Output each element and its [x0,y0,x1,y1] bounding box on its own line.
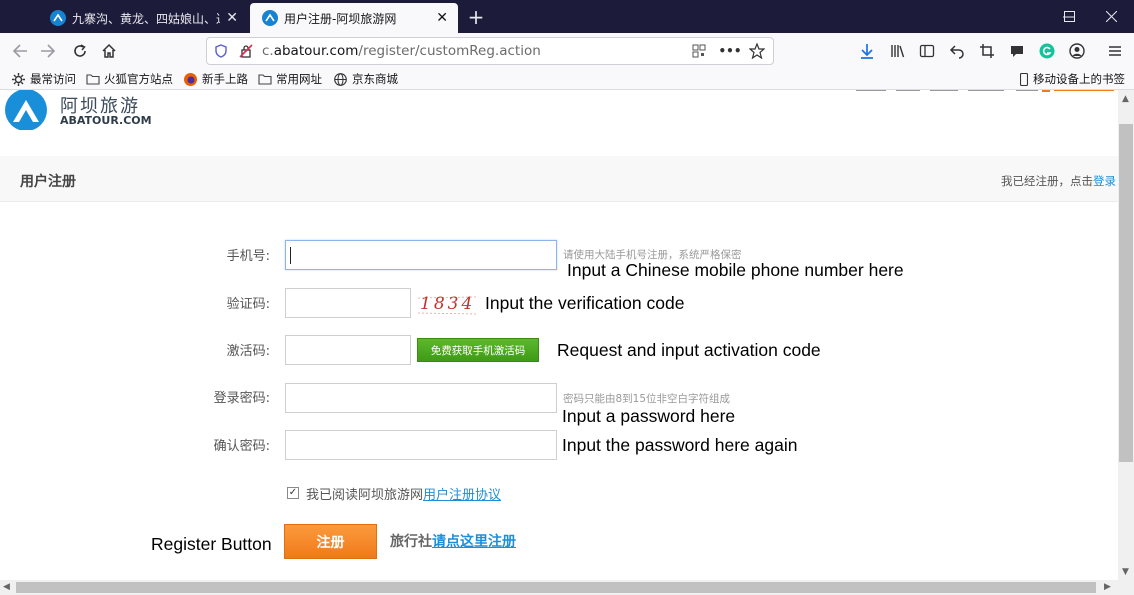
login-prompt: 我已经注册，点击登录 [1001,174,1116,188]
folder-icon [86,73,100,86]
register-annotation: Register Button [151,534,272,554]
close-tab-icon[interactable]: ✕ [436,10,448,26]
navigation-toolbar: c.abatour.com/register/customReg.action … [0,33,1134,68]
account-icon[interactable] [1063,37,1091,65]
confirm-password-annotation: Input the password here again [562,435,798,455]
password-input[interactable] [285,383,557,413]
back-icon[interactable] [6,37,34,65]
vertical-scroll-thumb[interactable] [1119,124,1133,462]
bookmark-most-visited[interactable]: 最常访问 [12,71,76,87]
library-icon[interactable] [884,37,912,65]
firefox-icon [184,72,198,86]
mobile-icon [1019,72,1029,86]
scroll-down-icon[interactable]: ▼ [1122,567,1129,577]
page-content: 阿坝旅游 ABATOUR.COM 用户注册 我已经注册，点击登录 手机号: 请使… [0,90,1118,580]
sidebar-icon[interactable] [913,37,941,65]
forward-icon[interactable] [34,37,62,65]
home-icon[interactable] [95,37,123,65]
agency-register-link[interactable]: 请点这里注册 [432,534,516,550]
insecure-lock-icon[interactable] [238,43,254,59]
captcha-image[interactable]: 1834 [416,294,478,316]
download-icon[interactable] [853,37,881,65]
activation-annotation: Request and input activation code [557,340,821,360]
bookmarks-toolbar: 最常访问 火狐官方站点 新手上路 常用网址 京东商城 移动设备上的书签 [0,68,1134,90]
activation-label: 激活码: [226,344,270,359]
bookmark-firefox-official[interactable]: 火狐官方站点 [86,71,173,87]
password-annotation: Input a password here [562,406,736,426]
user-agreement-link[interactable]: 用户注册协议 [423,488,501,503]
agreement-text: 我已阅读阿坝旅游网用户注册协议 [306,488,502,503]
new-tab-icon[interactable]: + [463,4,489,30]
address-bar[interactable]: c.abatour.com/register/customReg.action … [206,37,774,65]
globe-icon [334,72,348,86]
tab-strip: 九寨沟、黄龙、四姑娘山、达古 ✕ 用户注册-阿坝旅游网 ✕ + [0,0,1134,33]
shield-icon[interactable] [213,43,229,59]
captcha-annotation: Input the verification code [485,293,685,313]
close-window-icon[interactable] [1089,0,1134,33]
reload-icon[interactable] [66,37,94,65]
horizontal-scroll-thumb[interactable] [16,582,1096,593]
password-label: 登录密码: [213,391,270,406]
bookmark-star-icon[interactable] [749,43,765,59]
scroll-up-icon[interactable]: ▲ [1122,94,1129,104]
menu-icon[interactable] [1101,37,1129,65]
captcha-text: 1834 [420,294,476,314]
abatour-logo-icon[interactable] [4,90,48,131]
text-caret [290,247,291,264]
top-nav-cut-off [856,90,1118,94]
phone-label: 手机号: [226,249,270,264]
grammarly-icon[interactable] [1033,37,1061,65]
scroll-left-icon[interactable]: ◀ [3,582,10,592]
abatour-favicon-icon [262,10,278,26]
tab-title: 九寨沟、黄龙、四姑娘山、达古 [72,11,220,26]
page-actions-icon[interactable]: ••• [719,43,742,59]
maximize-icon[interactable] [1047,0,1092,33]
captcha-input[interactable] [285,288,411,318]
page-title: 用户注册 [20,174,76,190]
chat-icon[interactable] [1003,37,1031,65]
phone-input[interactable] [285,240,557,270]
phone-annotation: Input a Chinese mobile phone number here [567,260,904,280]
register-button[interactable]: 注册 [284,524,377,559]
abatour-favicon-icon [50,10,66,26]
get-activation-code-button[interactable]: 免费获取手机激活码 [417,338,539,362]
bookmark-common-sites[interactable]: 常用网址 [258,71,322,87]
folder-icon [258,73,272,86]
login-link[interactable]: 登录 [1093,174,1116,188]
scroll-right-icon[interactable]: ▶ [1104,582,1111,592]
captcha-label: 验证码: [226,297,270,312]
confirm-password-label: 确认密码: [213,439,270,454]
agency-register: 旅行社请点这里注册 [390,534,516,550]
gear-icon [12,72,26,86]
bookmark-getting-started[interactable]: 新手上路 [184,71,248,87]
agreement-checkbox[interactable]: ✓ [287,487,299,499]
activation-input[interactable] [285,335,411,365]
close-tab-icon[interactable]: ✕ [226,10,238,26]
tab-register[interactable]: 用户注册-阿坝旅游网 ✕ [250,3,458,33]
tab-jiuzhaigou[interactable]: 九寨沟、黄龙、四姑娘山、达古 ✕ [38,3,248,33]
page-header: 用户注册 我已经注册，点击登录 [0,156,1118,202]
crop-icon[interactable] [973,37,1001,65]
url-text: c.abatour.com/register/customReg.action [262,43,541,59]
password-hint: 密码只能由8到15位非空白字符组成 [563,393,731,405]
confirm-password-input[interactable] [285,430,557,460]
bookmark-jd-mall[interactable]: 京东商城 [334,71,398,87]
tab-title: 用户注册-阿坝旅游网 [284,11,397,26]
bookmark-mobile[interactable]: 移动设备上的书签 [1019,71,1125,87]
qr-code-icon[interactable] [691,43,707,59]
logo-english-text: ABATOUR.COM [60,114,152,127]
undo-icon[interactable] [943,37,971,65]
